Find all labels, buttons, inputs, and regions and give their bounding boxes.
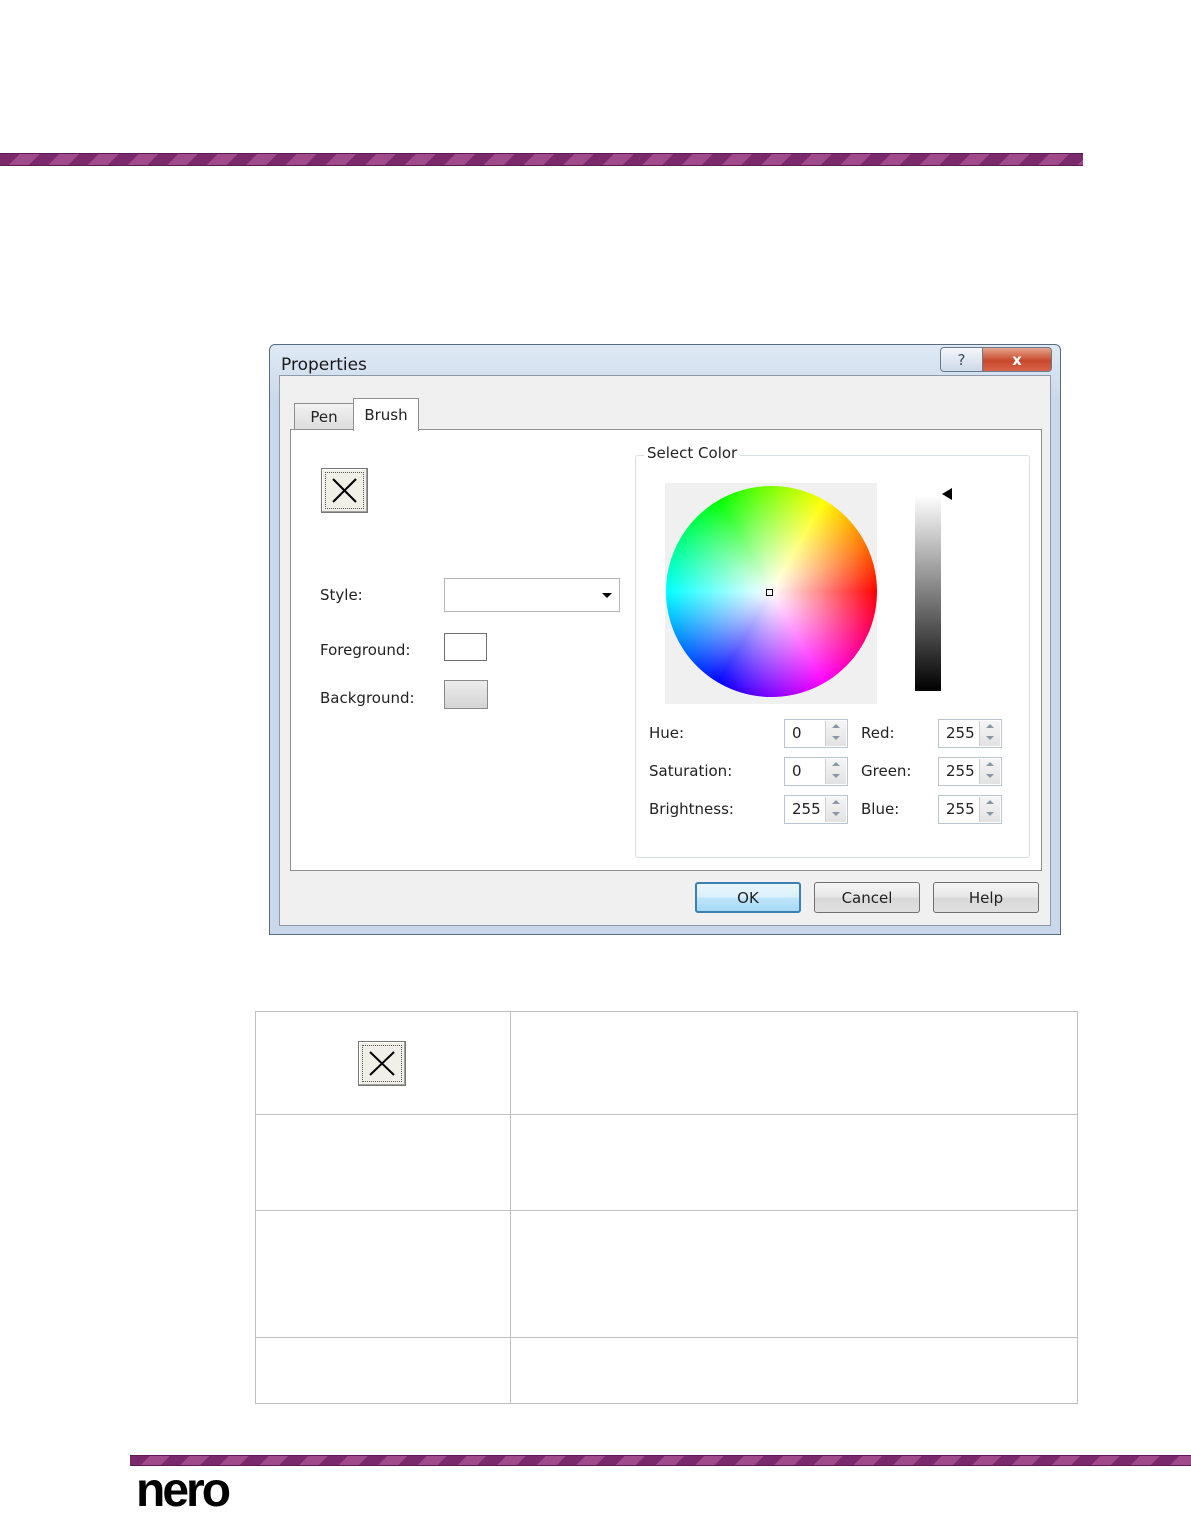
- color-wheel-marker[interactable]: [766, 589, 773, 596]
- table-cell: [255, 1114, 511, 1211]
- color-wheel-area: [665, 483, 877, 704]
- spin-down-icon[interactable]: [986, 812, 994, 816]
- spin-down-icon[interactable]: [832, 812, 840, 816]
- spin-up-icon[interactable]: [986, 762, 994, 766]
- red-label: Red:: [861, 724, 895, 742]
- spin-down-icon[interactable]: [832, 774, 840, 778]
- legend-table: [255, 1011, 1078, 1404]
- select-color-label: Select Color: [644, 444, 741, 462]
- foreground-color-swatch[interactable]: [444, 633, 487, 661]
- x-mark-icon: [332, 478, 357, 503]
- spin-down-icon[interactable]: [986, 736, 994, 740]
- table-row: [255, 1210, 1078, 1338]
- hue-spin-buttons[interactable]: [825, 721, 846, 746]
- foreground-label: Foreground:: [320, 641, 411, 659]
- table-row: [255, 1337, 1078, 1404]
- spin-up-icon[interactable]: [986, 800, 994, 804]
- help-icon[interactable]: ?: [940, 347, 983, 372]
- table-cell: [510, 1011, 1078, 1115]
- background-label: Background:: [320, 689, 415, 707]
- spin-up-icon[interactable]: [986, 724, 994, 728]
- red-spin-buttons[interactable]: [979, 721, 1000, 746]
- red-spinbox[interactable]: 255: [938, 719, 1002, 748]
- tab-brush[interactable]: Brush: [353, 398, 419, 431]
- tab-pen[interactable]: Pen: [294, 403, 354, 430]
- table-row: [255, 1114, 1078, 1211]
- hue-spinbox[interactable]: 0: [784, 719, 848, 748]
- hue-value[interactable]: 0: [792, 724, 802, 742]
- table-cell: [255, 1337, 511, 1404]
- table-cell: [510, 1337, 1078, 1404]
- saturation-value[interactable]: 0: [792, 762, 802, 780]
- green-spin-buttons[interactable]: [979, 759, 1000, 784]
- none-brush-icon[interactable]: [321, 468, 368, 513]
- spin-down-icon[interactable]: [832, 736, 840, 740]
- none-brush-icon: [358, 1040, 406, 1086]
- green-value[interactable]: 255: [946, 762, 975, 780]
- red-value[interactable]: 255: [946, 724, 975, 742]
- table-cell: [510, 1114, 1078, 1211]
- select-color-group: Select Color Hue: 0 Saturation: 0 Bright…: [635, 444, 1030, 858]
- nero-logo: nero: [136, 1464, 231, 1517]
- spin-up-icon[interactable]: [832, 724, 840, 728]
- hue-label: Hue:: [649, 724, 685, 742]
- table-row: [255, 1011, 1078, 1115]
- header-stripe: [0, 153, 1083, 166]
- dialog-title: Properties: [281, 355, 367, 375]
- properties-dialog: Properties ? x Pen Brush Style: Foregrou…: [269, 344, 1061, 935]
- blue-spin-buttons[interactable]: [979, 797, 1000, 822]
- style-dropdown[interactable]: [444, 578, 620, 612]
- cancel-button[interactable]: Cancel: [814, 882, 920, 913]
- footer-stripe: [130, 1455, 1191, 1466]
- brightness-label: Brightness:: [649, 800, 734, 818]
- green-label: Green:: [861, 762, 912, 780]
- brightness-slider-thumb[interactable]: [942, 488, 952, 500]
- blue-spinbox[interactable]: 255: [938, 795, 1002, 824]
- style-label: Style:: [320, 586, 363, 604]
- spin-down-icon[interactable]: [986, 774, 994, 778]
- help-button[interactable]: Help: [933, 882, 1039, 913]
- brightness-spinbox[interactable]: 255: [784, 795, 848, 824]
- saturation-label: Saturation:: [649, 762, 733, 780]
- brightness-slider[interactable]: [915, 495, 941, 691]
- background-color-swatch[interactable]: [444, 680, 488, 709]
- brightness-value[interactable]: 255: [792, 800, 821, 818]
- green-spinbox[interactable]: 255: [938, 757, 1002, 786]
- brush-tab-panel: Style: Foreground: Background: Select Co…: [290, 429, 1042, 871]
- table-cell: [255, 1210, 511, 1338]
- table-cell: [510, 1210, 1078, 1338]
- x-mark-icon: [369, 1050, 395, 1076]
- blue-value[interactable]: 255: [946, 800, 975, 818]
- saturation-spin-buttons[interactable]: [825, 759, 846, 784]
- table-cell: [255, 1011, 511, 1115]
- dropdown-arrow-icon[interactable]: [602, 593, 612, 598]
- dialog-client-area: Pen Brush Style: Foreground: Background:…: [279, 375, 1051, 926]
- ok-button[interactable]: OK: [695, 882, 801, 913]
- spin-up-icon[interactable]: [832, 800, 840, 804]
- saturation-spinbox[interactable]: 0: [784, 757, 848, 786]
- close-icon[interactable]: x: [982, 347, 1052, 372]
- blue-label: Blue:: [861, 800, 900, 818]
- brightness-spin-buttons[interactable]: [825, 797, 846, 822]
- spin-up-icon[interactable]: [832, 762, 840, 766]
